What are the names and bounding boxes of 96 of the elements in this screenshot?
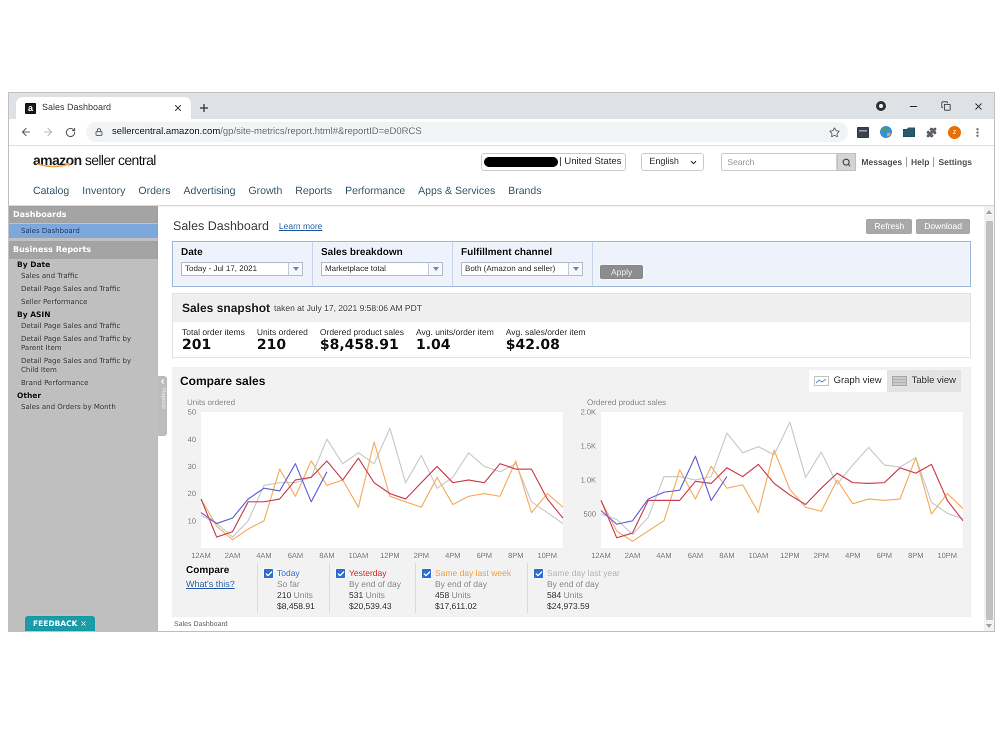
scrollbar[interactable] — [984, 206, 994, 631]
restore-icon[interactable] — [941, 101, 951, 111]
header-link[interactable]: Settings — [938, 156, 972, 169]
metric-value: $42.08 — [506, 337, 561, 354]
legend-period: By end of day — [434, 579, 488, 590]
favicon: a — [25, 102, 36, 114]
header-link[interactable]: Messages — [861, 156, 902, 169]
metric-label: Avg. sales/order item — [506, 327, 586, 337]
legend-label: Today — [277, 568, 300, 579]
close-icon[interactable] — [973, 100, 984, 112]
chart-title: Ordered product sales — [587, 398, 666, 407]
legend-units: 531 Units — [348, 590, 386, 601]
filter-label: Date — [181, 247, 204, 259]
snapshot-timestamp: taken at July 17, 2021 9:58:06 AM PDT — [274, 302, 422, 315]
nav-item[interactable]: Catalog — [33, 184, 70, 200]
checkbox[interactable] — [534, 569, 543, 578]
legend-units: 458 Units — [434, 590, 472, 601]
info-link[interactable]: What's this? — [186, 579, 235, 590]
legend-sales: $8,458.91 — [276, 601, 316, 612]
dropdown-arrow-icon — [432, 267, 438, 271]
tile-icon[interactable] — [857, 126, 869, 138]
lock-icon — [95, 128, 103, 136]
search-button[interactable] — [837, 153, 856, 172]
nav-item[interactable]: Orders — [138, 184, 170, 200]
page-title: Sales Dashboard — [173, 218, 269, 235]
metric-value: $8,458.91 — [320, 337, 400, 354]
sidebar-section-header: Business Reports — [9, 241, 158, 259]
filter-label: Fulfillment channel — [461, 247, 554, 259]
check-icon — [534, 570, 542, 578]
sidebar-section-header: Dashboards — [9, 206, 158, 223]
checkbox[interactable] — [264, 569, 273, 578]
filter-select[interactable]: Marketplace total — [321, 262, 443, 276]
url-field[interactable]: sellercentral.amazon.com/gp/site-metrics/report.html#&reportID=eD0RCS — [86, 122, 848, 142]
dropdown-arrow-icon — [292, 267, 298, 271]
header-link[interactable]: Help — [911, 156, 930, 169]
nav-item[interactable]: Reports — [295, 184, 332, 200]
filter-select[interactable]: Both (Amazon and seller) — [461, 262, 583, 276]
check-icon — [422, 570, 430, 578]
checkbox[interactable] — [336, 569, 345, 578]
new-tab-icon[interactable] — [198, 102, 210, 114]
bookmark-star-icon[interactable] — [829, 126, 840, 138]
nav-item[interactable]: Growth — [248, 184, 282, 200]
search-icon — [842, 158, 852, 167]
globe-icon[interactable] — [880, 126, 892, 138]
puzzle-icon[interactable] — [926, 126, 937, 138]
nav-item[interactable]: Performance — [345, 184, 406, 200]
logo-text[interactable]: amazon seller central — [33, 152, 156, 168]
scrollbar-thumb[interactable] — [986, 221, 992, 620]
legend-sales: $17,611.02 — [434, 601, 478, 612]
legend-sales: $20,539.43 — [348, 601, 393, 612]
legend-period: By end of day — [348, 579, 402, 590]
browser-tab[interactable]: a Sales Dashboard — [16, 97, 191, 119]
dropdown-arrow-icon — [572, 267, 578, 271]
back-icon[interactable] — [20, 126, 32, 138]
nav-item[interactable]: Advertising — [184, 184, 236, 200]
metric-value: 210 — [256, 337, 288, 354]
view-tab[interactable]: Graph view — [808, 370, 887, 392]
line-graph-icon — [814, 376, 829, 386]
chevron-left-icon — [159, 378, 166, 385]
language-select[interactable]: English — [641, 153, 704, 172]
folder-icon[interactable] — [903, 127, 915, 137]
metric-label: Total order items — [182, 327, 245, 337]
circle-dot-icon[interactable] — [876, 101, 886, 111]
nav-item[interactable]: Apps & Services — [418, 184, 496, 200]
chart-title: Units ordered — [187, 398, 236, 407]
checkbox[interactable] — [422, 569, 431, 578]
compare-heading: Compare — [186, 565, 230, 577]
legend-period: So far — [276, 579, 301, 590]
view-tab[interactable]: Table view — [886, 370, 961, 392]
learn-more-link[interactable]: Learn more — [278, 220, 322, 232]
table-icon — [892, 376, 907, 386]
check-icon — [264, 570, 272, 578]
nav-item[interactable]: Brands — [508, 184, 542, 200]
url-text: sellercentral.amazon.com/gp/site-metrics/report.html#&reportID=eD0RCS — [112, 124, 422, 139]
check-icon — [336, 570, 344, 578]
metric-label: Units ordered — [256, 327, 308, 337]
search-field[interactable]: Search — [721, 153, 838, 172]
legend-sales: $24,973.59 — [546, 601, 591, 612]
filter-label: Sales breakdown — [321, 247, 404, 259]
legend-units: 210 Units — [276, 590, 314, 601]
metric-value: 201 — [182, 337, 212, 354]
legend-period: By end of day — [546, 579, 600, 590]
legend-label: Same day last year — [547, 568, 620, 579]
legend-label: Same day last week — [435, 568, 512, 579]
snapshot-title: Sales snapshot — [182, 300, 270, 317]
filter-select[interactable]: Today - Jul 17, 2021 — [181, 262, 303, 276]
compare-title: Compare sales — [180, 373, 266, 390]
close-tab-icon[interactable] — [173, 103, 183, 113]
metric-label: Avg. units/order item — [416, 327, 494, 337]
reload-icon[interactable] — [65, 126, 76, 138]
legend-units: 584 Units — [546, 590, 584, 601]
metric-value: 1.04 — [416, 337, 452, 354]
metric-label: Ordered product sales — [320, 327, 404, 337]
legend-label: Yesterday — [349, 568, 386, 579]
nav-item[interactable]: Inventory — [82, 184, 126, 200]
marketplace-selector[interactable]: | United States — [481, 153, 626, 172]
